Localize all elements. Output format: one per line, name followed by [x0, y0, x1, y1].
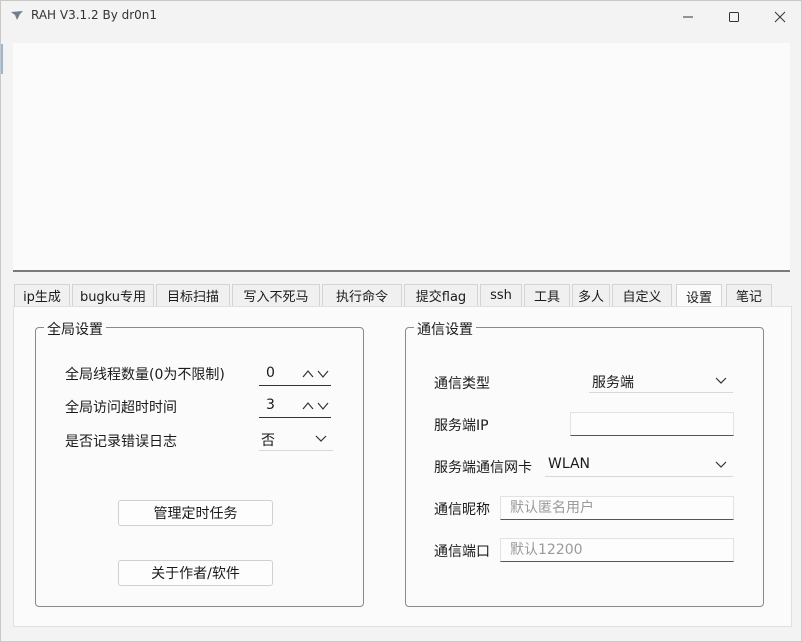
threads-label: 全局线程数量(0为不限制) — [65, 367, 225, 383]
tab-ssh[interactable]: ssh — [480, 284, 522, 306]
tab-bar: ip生成 bugku专用 目标扫描 写入不死马 执行命令 提交flag ssh … — [14, 284, 794, 307]
chevron-down-icon — [715, 377, 727, 384]
comm-settings-title: 通信设置 — [414, 319, 476, 339]
timeout-spinbox[interactable]: 3 — [259, 396, 331, 418]
tab-exec-command[interactable]: 执行命令 — [322, 284, 402, 306]
port-label: 通信端口 — [434, 544, 490, 560]
about-button[interactable]: 关于作者/软件 — [118, 560, 273, 586]
server-nic-value: WLAN — [548, 456, 591, 472]
manage-scheduled-tasks-button[interactable]: 管理定时任务 — [118, 500, 273, 526]
comm-type-select[interactable]: 服务端 — [589, 371, 733, 393]
tab-multi-user[interactable]: 多人 — [572, 284, 610, 306]
tab-ip-generate[interactable]: ip生成 — [14, 284, 70, 306]
window-title: RAH V3.1.2 By dr0n1 — [31, 8, 158, 22]
minimize-button[interactable] — [665, 1, 711, 33]
spin-up-down-icon[interactable] — [301, 367, 331, 381]
close-icon — [774, 11, 786, 23]
threads-value: 0 — [266, 365, 275, 381]
chevron-down-icon — [315, 435, 327, 442]
maximize-icon — [729, 12, 739, 22]
tab-custom[interactable]: 自定义 — [612, 284, 672, 306]
maximize-button[interactable] — [711, 1, 757, 33]
tab-tools[interactable]: 工具 — [524, 284, 570, 306]
tab-webshell[interactable]: 写入不死马 — [232, 284, 320, 306]
tab-settings[interactable]: 设置 — [676, 284, 722, 307]
server-nic-select[interactable]: WLAN — [545, 455, 733, 477]
server-nic-label: 服务端通信网卡 — [434, 460, 532, 476]
minimize-icon — [683, 16, 693, 18]
close-button[interactable] — [757, 1, 802, 33]
error-log-label: 是否记录错误日志 — [65, 434, 177, 450]
timeout-value: 3 — [266, 397, 275, 413]
nickname-label: 通信昵称 — [434, 502, 490, 518]
nickname-input[interactable] — [500, 496, 734, 520]
output-text-area[interactable] — [13, 43, 790, 272]
threads-spinbox[interactable]: 0 — [259, 364, 331, 386]
app-window: RAH V3.1.2 By dr0n1 ip生成 bugku专用 目标扫描 写入… — [0, 0, 802, 642]
comm-type-label: 通信类型 — [434, 376, 490, 392]
comm-type-value: 服务端 — [592, 375, 634, 391]
window-edge-highlight — [1, 44, 3, 74]
error-log-select[interactable]: 否 — [259, 429, 333, 451]
global-settings-group: 全局设置 全局线程数量(0为不限制) 0 全局访问超时时间 3 是否记录错误日志 — [35, 319, 364, 607]
tab-target-scan[interactable]: 目标扫描 — [156, 284, 230, 306]
global-settings-title: 全局设置 — [44, 319, 106, 339]
settings-panel: 全局设置 全局线程数量(0为不限制) 0 全局访问超时时间 3 是否记录错误日志 — [13, 306, 792, 627]
server-ip-input[interactable] — [570, 412, 734, 436]
server-ip-label: 服务端IP — [434, 418, 489, 434]
port-input[interactable] — [500, 538, 734, 562]
app-logo-icon — [11, 11, 23, 20]
error-log-value: 否 — [261, 433, 275, 449]
timeout-label: 全局访问超时时间 — [65, 400, 177, 416]
chevron-down-icon — [715, 461, 727, 468]
tab-notes[interactable]: 笔记 — [726, 284, 772, 306]
title-bar: RAH V3.1.2 By dr0n1 — [1, 1, 801, 33]
tab-submit-flag[interactable]: 提交flag — [404, 284, 478, 306]
spin-up-down-icon[interactable] — [301, 399, 331, 413]
tab-bugku[interactable]: bugku专用 — [72, 284, 154, 306]
comm-settings-group: 通信设置 通信类型 服务端 服务端IP 服务端通信网卡 WLAN 通信昵称 通信… — [405, 319, 764, 607]
